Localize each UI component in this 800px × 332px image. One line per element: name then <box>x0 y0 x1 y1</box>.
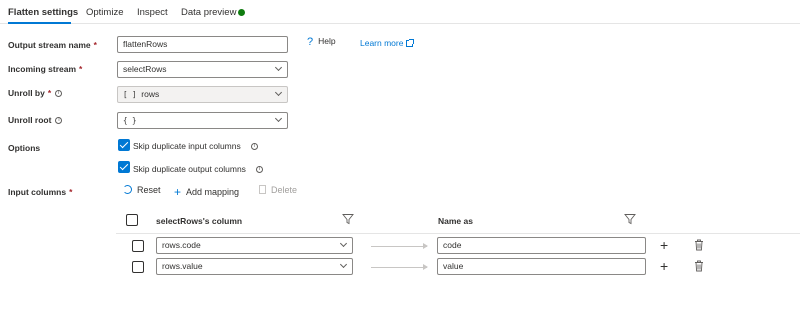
filter-icon[interactable] <box>624 213 636 225</box>
row-checkbox[interactable] <box>132 240 144 252</box>
column-header-name-as: Name as <box>438 216 473 226</box>
required-marker: * <box>69 187 73 197</box>
required-marker: * <box>93 40 97 50</box>
name-as-input[interactable]: code <box>437 237 646 254</box>
skip-duplicate-input-checkbox[interactable] <box>118 139 130 151</box>
array-icon: [ ] <box>123 90 137 99</box>
row-checkbox[interactable] <box>132 261 144 273</box>
chevron-down-icon <box>274 114 283 123</box>
info-icon[interactable]: i <box>250 143 258 150</box>
add-mapping-button[interactable]: + Add mapping <box>174 185 239 199</box>
delete-button[interactable]: Delete <box>259 185 297 195</box>
active-tab-indicator <box>8 22 71 24</box>
tab-bar: Flatten settings Optimize Inspect Data p… <box>0 0 800 24</box>
output-stream-name-label: Output stream name * <box>8 40 97 50</box>
tab-optimize[interactable]: Optimize <box>86 7 123 18</box>
source-column-select[interactable]: rows.code <box>156 237 353 254</box>
tab-flatten-settings[interactable]: Flatten settings <box>8 7 78 18</box>
learn-more-link[interactable]: Learn more <box>360 38 415 48</box>
required-marker: * <box>47 88 52 98</box>
tab-inspect[interactable]: Inspect <box>137 7 168 18</box>
plus-icon: + <box>174 185 182 199</box>
skip-duplicate-output-checkbox[interactable] <box>118 161 130 173</box>
options-label: Options <box>8 143 41 153</box>
chevron-down-icon <box>339 239 348 248</box>
incoming-stream-select[interactable]: selectRows <box>117 61 288 78</box>
output-stream-name-input[interactable]: flattenRows <box>117 36 288 53</box>
trash-icon[interactable] <box>694 239 704 251</box>
add-row-icon[interactable]: + <box>660 259 668 273</box>
required-marker: * <box>79 64 83 74</box>
external-link-icon <box>406 39 415 47</box>
object-icon: { } <box>123 116 137 125</box>
info-icon[interactable]: i <box>55 90 63 97</box>
chevron-down-icon <box>274 63 283 72</box>
help-icon: ? <box>307 36 314 48</box>
column-header-source: selectRows's column <box>156 216 243 226</box>
add-row-icon[interactable]: + <box>660 238 668 252</box>
unroll-by-label: Unroll by * i <box>8 88 63 98</box>
select-all-checkbox[interactable] <box>126 214 138 226</box>
skip-duplicate-output-label: Skip duplicate output columns i <box>133 164 263 174</box>
tab-data-preview[interactable]: Data preview <box>181 7 236 18</box>
mapping-arrow-icon <box>371 264 428 270</box>
input-columns-label: Input columns * <box>8 187 73 197</box>
help-link[interactable]: ? Help <box>307 36 336 48</box>
reset-icon <box>123 185 132 194</box>
trash-icon[interactable] <box>694 260 704 272</box>
name-as-input[interactable]: value <box>437 258 646 275</box>
info-icon[interactable]: i <box>255 166 263 173</box>
incoming-stream-label: Incoming stream * <box>8 64 83 74</box>
unroll-root-label: Unroll root i <box>8 115 63 125</box>
source-column-select[interactable]: rows.value <box>156 258 353 275</box>
mapping-table-header: selectRows's column Name as <box>116 208 800 234</box>
unroll-root-select[interactable]: { } <box>117 112 288 129</box>
info-icon[interactable]: i <box>55 117 63 124</box>
unroll-by-select[interactable]: [ ] rows <box>117 86 288 103</box>
status-dot-icon <box>238 9 245 16</box>
reset-button[interactable]: Reset <box>123 185 161 195</box>
filter-icon[interactable] <box>342 213 354 225</box>
chevron-down-icon <box>339 260 348 269</box>
mapping-arrow-icon <box>371 243 428 249</box>
skip-duplicate-input-label: Skip duplicate input columns i <box>133 141 258 151</box>
chevron-down-icon <box>274 88 283 97</box>
trash-icon <box>259 185 266 194</box>
